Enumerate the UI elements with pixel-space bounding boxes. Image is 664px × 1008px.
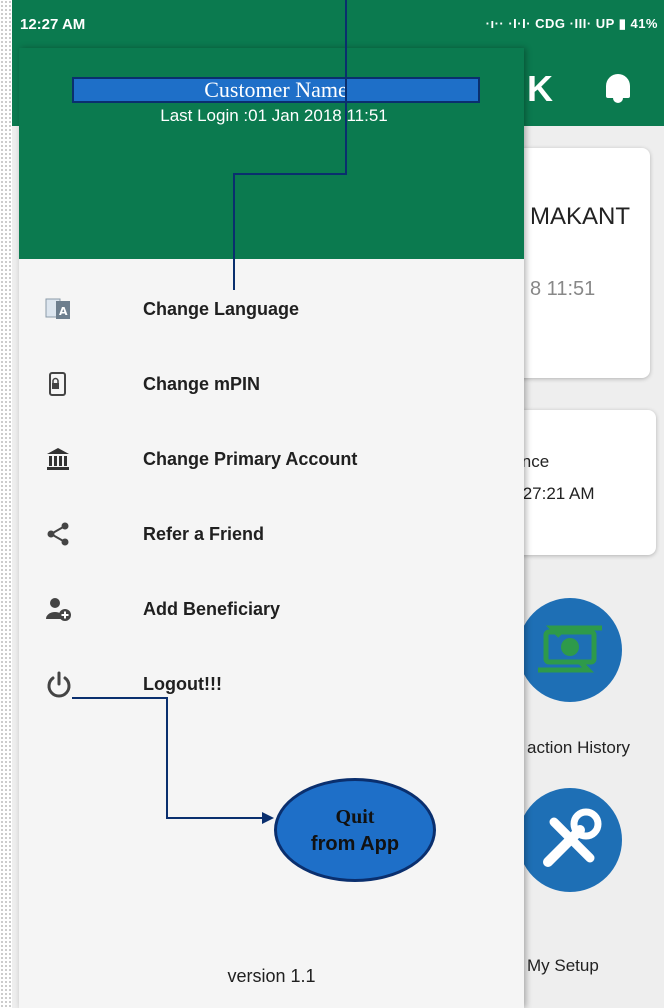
menu-label: Refer a Friend [143,524,265,544]
add-user-icon [44,595,72,623]
since-time: :27:21 AM [518,484,595,503]
status-time: 12:27 AM [20,16,86,33]
app-logo-fragment: K [527,68,553,109]
customer-name: Customer Name [72,77,480,103]
power-icon [44,670,72,698]
menu-label: Change mPIN [143,374,261,394]
transaction-history-label: action History [527,738,630,757]
menu-item-change-language[interactable]: A Change Language [19,279,524,339]
notification-bell-icon[interactable] [604,70,632,104]
callout-line1: Quit [335,806,375,828]
share-icon [44,520,72,548]
menu-label: Change Primary Account [143,449,358,469]
navigation-drawer: Customer Name Last Login :01 Jan 2018 11… [19,48,524,1008]
menu-item-refer-a-friend[interactable]: Refer a Friend [19,504,524,564]
page-border [0,0,12,1008]
customer-name-partial: MAKANT [530,203,631,230]
drawer-header: Customer Name Last Login :01 Jan 2018 11… [19,48,524,259]
my-setup-icon[interactable] [518,788,622,892]
menu-label: Logout!!! [143,674,222,694]
menu-item-logout[interactable]: Logout!!! [19,654,524,714]
menu-label: Add Beneficiary [143,599,281,619]
quit-from-app-callout: Quit from App [274,778,436,882]
transaction-history-icon[interactable] [518,598,622,702]
translate-icon: A [44,295,72,323]
menu-item-change-mpin[interactable]: Change mPIN [19,354,524,414]
status-indicators: ·ı·· ·I·I· CDG ·III· UP ▮ 41% [485,16,658,31]
menu-item-add-beneficiary[interactable]: Add Beneficiary [19,579,524,639]
app-version: version 1.1 [227,966,316,986]
my-setup-label: My Setup [527,956,599,975]
bank-icon [44,445,72,473]
callout-line2: from App [310,833,400,855]
phone-lock-icon [44,370,72,398]
last-login-text: Last Login :01 Jan 2018 11:51 [160,106,388,125]
status-bar: 12:27 AM ·ı·· ·I·I· CDG ·III· UP ▮ 41% [12,0,664,48]
login-time-partial: 8 11:51 [530,278,596,300]
svg-text:A: A [59,305,68,318]
menu-item-change-primary-account[interactable]: Change Primary Account [19,429,524,489]
menu-label: Change Language [143,299,300,319]
